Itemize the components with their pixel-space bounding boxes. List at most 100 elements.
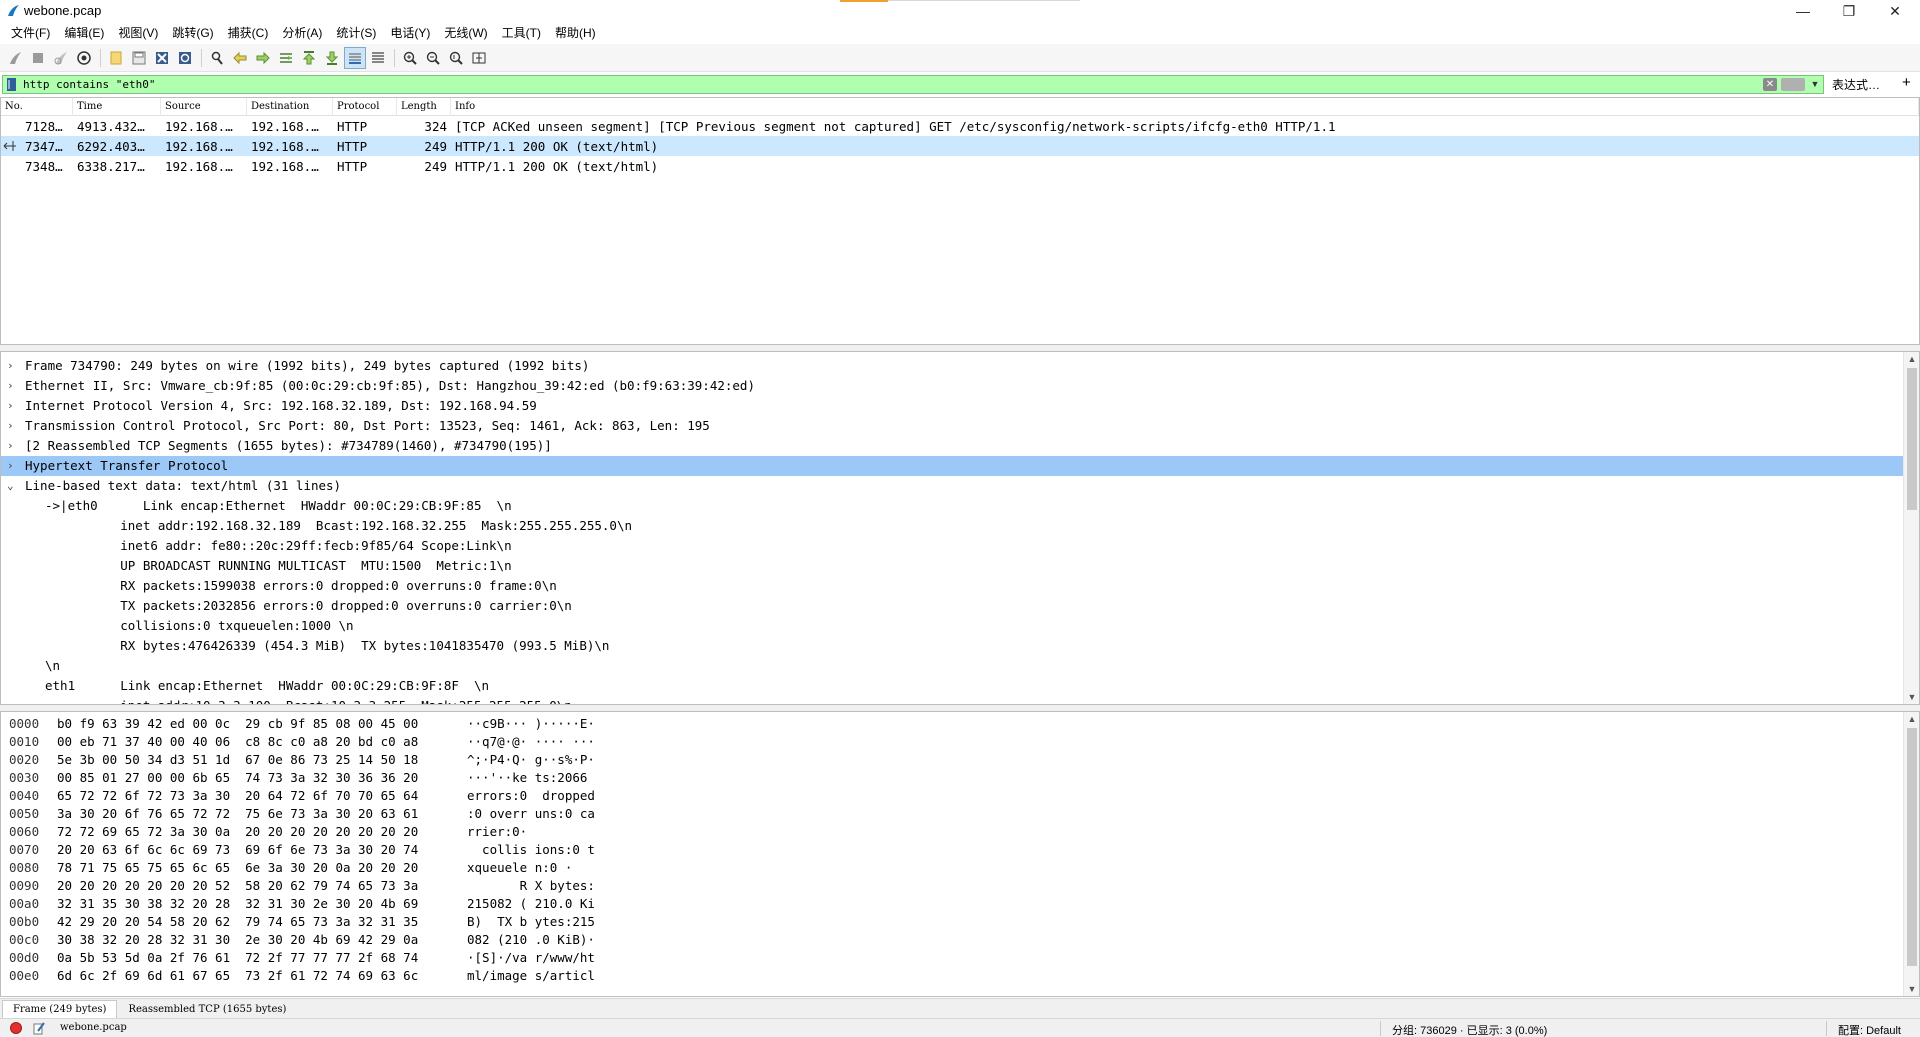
bytes-row[interactable]: 0010 00 eb 71 37 40 00 40 06 c8 8c c0 a8 … <box>1 733 1919 751</box>
clear-filter-icon[interactable]: ✕ <box>1763 78 1777 91</box>
column-header-destination[interactable]: Destination <box>247 97 333 116</box>
hex-bytes[interactable]: 30 38 32 20 28 32 31 30 2e 30 20 4b 69 4… <box>57 931 467 949</box>
filter-bookmark-icon[interactable] <box>5 77 19 92</box>
menu-analyze[interactable]: 分析(A) <box>275 22 329 44</box>
ascii-bytes[interactable]: ml/image s/articl <box>467 967 627 985</box>
stop-capture-icon[interactable] <box>27 47 49 69</box>
resize-columns-icon[interactable] <box>468 47 490 69</box>
bytes-row[interactable]: 00b0 42 29 20 20 54 58 20 62 79 74 65 73 … <box>1 913 1919 931</box>
ascii-bytes[interactable]: errors:0 dropped <box>467 787 627 805</box>
ascii-bytes[interactable]: :0 overr uns:0 ca <box>467 805 627 823</box>
ascii-bytes[interactable]: B) TX b ytes:215 <box>467 913 627 931</box>
column-header-source[interactable]: Source <box>161 97 247 116</box>
menu-file[interactable]: 文件(F) <box>4 22 57 44</box>
find-packet-icon[interactable] <box>206 47 228 69</box>
chevron-down-icon[interactable]: ▼ <box>1809 77 1821 92</box>
ascii-bytes[interactable]: ··q7@·@· ···· ··· <box>467 733 627 751</box>
bytes-scrollbar[interactable]: ▲ ▼ <box>1903 712 1919 996</box>
hex-bytes[interactable]: 5e 3b 00 50 34 d3 51 1d 67 0e 86 73 25 1… <box>57 751 467 769</box>
text-line[interactable]: ->|eth0 Link encap:Ethernet HWaddr 00:0C… <box>1 496 1919 516</box>
open-file-icon[interactable] <box>105 47 127 69</box>
hex-bytes[interactable]: 20 20 63 6f 6c 6c 69 73 69 6f 6e 73 3a 3… <box>57 841 467 859</box>
hex-bytes[interactable]: 00 eb 71 37 40 00 40 06 c8 8c c0 a8 20 b… <box>57 733 467 751</box>
packet-bytes-pane[interactable]: 0000 b0 f9 63 39 42 ed 00 0c 29 cb 9f 85 … <box>0 711 1920 997</box>
bytes-row[interactable]: 0080 78 71 75 65 75 65 6c 65 6e 3a 30 20 … <box>1 859 1919 877</box>
packet-list[interactable]: No. Time Source Destination Protocol Len… <box>0 97 1920 345</box>
menu-view[interactable]: 视图(V) <box>111 22 165 44</box>
text-line[interactable]: eth1 Link encap:Ethernet HWaddr 00:0C:29… <box>1 676 1919 696</box>
zoom-in-icon[interactable] <box>399 47 421 69</box>
column-header-protocol[interactable]: Protocol <box>333 97 397 116</box>
zoom-normal-icon[interactable] <box>445 47 467 69</box>
bytes-row[interactable]: 0070 20 20 63 6f 6c 6c 69 73 69 6f 6e 73 … <box>1 841 1919 859</box>
tab-frame-bytes[interactable]: Frame (249 bytes) <box>2 999 118 1018</box>
chevron-right-icon[interactable]: › <box>7 416 19 436</box>
scroll-up-icon[interactable]: ▲ <box>1904 712 1919 726</box>
go-back-icon[interactable] <box>229 47 251 69</box>
go-first-icon[interactable] <box>298 47 320 69</box>
colorize-icon[interactable] <box>367 47 389 69</box>
ascii-bytes[interactable]: 082 (210 .0 KiB)· <box>467 931 627 949</box>
details-scrollbar[interactable]: ▲ ▼ <box>1903 352 1919 704</box>
menu-wireless[interactable]: 无线(W) <box>437 22 494 44</box>
hex-bytes[interactable]: 65 72 72 6f 72 73 3a 30 20 64 72 6f 70 7… <box>57 787 467 805</box>
go-to-packet-icon[interactable] <box>275 47 297 69</box>
save-file-icon[interactable] <box>128 47 150 69</box>
menu-capture[interactable]: 捕获(C) <box>221 22 276 44</box>
chevron-right-icon[interactable]: › <box>7 356 19 376</box>
hex-bytes[interactable]: b0 f9 63 39 42 ed 00 0c 29 cb 9f 85 08 0… <box>57 715 467 733</box>
hex-bytes[interactable]: 3a 30 20 6f 76 65 72 72 75 6e 73 3a 30 2… <box>57 805 467 823</box>
ascii-bytes[interactable]: ^;·P4·Q· g··s%·P· <box>467 751 627 769</box>
ascii-bytes[interactable]: R X bytes: <box>467 877 627 895</box>
column-header-time[interactable]: Time <box>73 97 161 116</box>
chevron-right-icon[interactable]: › <box>7 456 19 476</box>
column-header-info[interactable]: Info <box>451 97 1919 116</box>
chevron-right-icon[interactable]: › <box>7 376 19 396</box>
add-filter-button[interactable]: + <box>1902 74 1911 91</box>
hex-bytes[interactable]: 0a 5b 53 5d 0a 2f 76 61 72 2f 77 77 77 2… <box>57 949 467 967</box>
tree-item-ipv4[interactable]: › Internet Protocol Version 4, Src: 192.1… <box>1 396 1919 416</box>
text-line[interactable]: inet6 addr: fe80::20c:29ff:fecb:9f85/64 … <box>1 536 1919 556</box>
column-header-length[interactable]: Length <box>397 97 451 116</box>
close-button[interactable]: ✕ <box>1872 0 1918 22</box>
menu-telephony[interactable]: 电话(Y) <box>383 22 437 44</box>
status-profile[interactable]: 配置: Default <box>1838 1022 1901 1037</box>
expert-info-icon[interactable] <box>10 1022 22 1034</box>
text-line[interactable]: inet addr:192.168.32.189 Bcast:192.168.3… <box>1 516 1919 536</box>
scrollbar-thumb[interactable] <box>1907 728 1917 966</box>
menu-go[interactable]: 跳转(G) <box>165 22 220 44</box>
text-line[interactable]: RX bytes:476426339 (454.3 MiB) TX bytes:… <box>1 636 1919 656</box>
chevron-down-icon[interactable]: ⌄ <box>7 476 19 496</box>
capture-comment-icon[interactable] <box>32 1021 46 1035</box>
ascii-bytes[interactable]: xqueuele n:0 · <box>467 859 627 877</box>
text-line[interactable]: inet addr:10.3.3.100 Bcast:10.3.3.255 Ma… <box>1 696 1919 704</box>
menu-statistics[interactable]: 统计(S) <box>329 22 383 44</box>
bytes-row[interactable]: 0060 72 72 69 65 72 3a 30 0a 20 20 20 20 … <box>1 823 1919 841</box>
go-last-icon[interactable] <box>321 47 343 69</box>
scroll-up-icon[interactable]: ▲ <box>1904 352 1919 366</box>
scroll-down-icon[interactable]: ▼ <box>1904 982 1919 996</box>
tree-item-http[interactable]: › Hypertext Transfer Protocol <box>1 456 1903 476</box>
ascii-bytes[interactable]: ··c9B··· )·····E· <box>467 715 627 733</box>
bytes-row[interactable]: 00a0 32 31 35 30 38 32 20 28 32 31 30 2e … <box>1 895 1919 913</box>
chevron-right-icon[interactable]: › <box>7 436 19 456</box>
display-filter-input[interactable] <box>23 76 1753 93</box>
hex-bytes[interactable]: 32 31 35 30 38 32 20 28 32 31 30 2e 30 2… <box>57 895 467 913</box>
menu-edit[interactable]: 编辑(E) <box>57 22 111 44</box>
menu-tools[interactable]: 工具(T) <box>495 22 548 44</box>
column-header-no[interactable]: No. <box>1 97 73 116</box>
bytes-row[interactable]: 0030 00 85 01 27 00 00 6b 65 74 73 3a 32 … <box>1 769 1919 787</box>
scrollbar-thumb[interactable] <box>1907 368 1917 510</box>
bytes-row[interactable]: 0000 b0 f9 63 39 42 ed 00 0c 29 cb 9f 85 … <box>1 715 1919 733</box>
ascii-bytes[interactable]: ·[S]·/va r/www/ht <box>467 949 627 967</box>
chevron-right-icon[interactable]: › <box>7 396 19 416</box>
packet-row-selected[interactable]: 7347… 6292.403… 192.168.… 192.168.… HTTP… <box>1 136 1919 156</box>
reload-file-icon[interactable] <box>174 47 196 69</box>
expression-button[interactable]: 表达式… <box>1832 76 1880 93</box>
bytes-row[interactable]: 0040 65 72 72 6f 72 73 3a 30 20 64 72 6f … <box>1 787 1919 805</box>
ascii-bytes[interactable]: collis ions:0 t <box>467 841 627 859</box>
apply-filter-icon[interactable] <box>1781 78 1805 91</box>
scroll-down-icon[interactable]: ▼ <box>1904 690 1919 704</box>
capture-options-icon[interactable] <box>73 47 95 69</box>
tab-reassembled-tcp[interactable]: Reassembled TCP (1655 bytes) <box>117 1000 297 1018</box>
